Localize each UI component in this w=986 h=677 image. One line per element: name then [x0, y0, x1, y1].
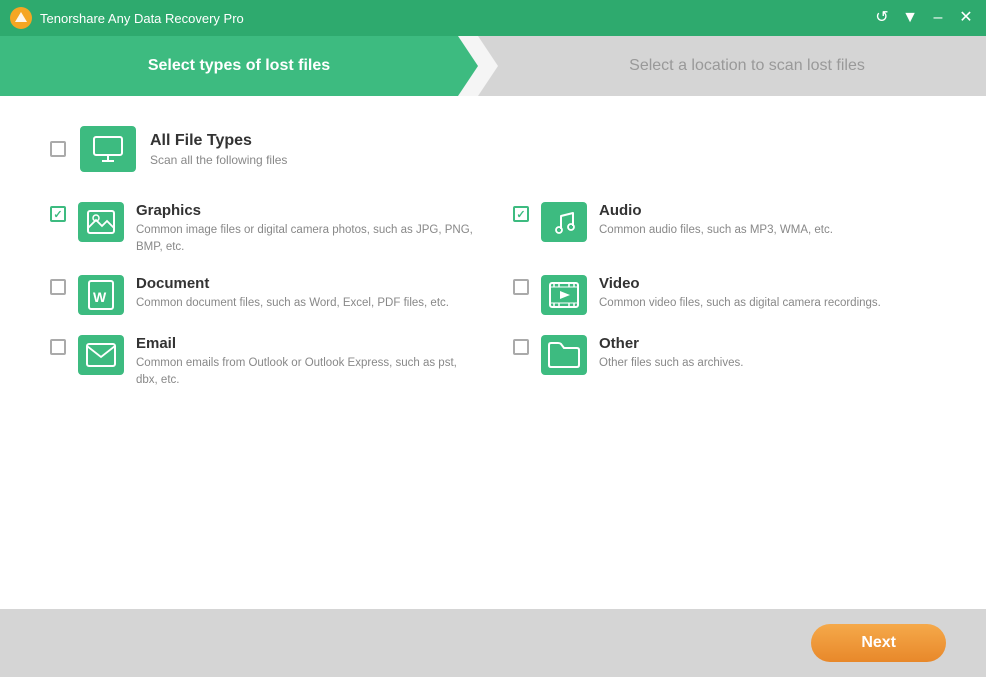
email-title: Email: [136, 335, 473, 352]
all-file-types-info: All File Types Scan all the following fi…: [150, 132, 287, 167]
video-title: Video: [599, 275, 881, 292]
titlebar: Tenorshare Any Data Recovery Pro ↺ ▼ ‒ ✕: [0, 0, 986, 36]
all-file-types-icon: [80, 126, 136, 172]
minimize-btn[interactable]: ‒: [928, 10, 948, 26]
main-content: All File Types Scan all the following fi…: [0, 96, 986, 609]
document-title: Document: [136, 275, 449, 292]
graphics-desc: Common image files or digital camera pho…: [136, 222, 473, 255]
graphics-title: Graphics: [136, 202, 473, 219]
document-info: Document Common document files, such as …: [136, 275, 449, 312]
other-item: Other Other files such as archives.: [513, 335, 936, 388]
audio-checkbox[interactable]: [513, 206, 529, 222]
all-file-types-checkbox[interactable]: [50, 141, 66, 157]
step2[interactable]: Select a location to scan lost files: [478, 36, 986, 96]
graphics-checkbox[interactable]: [50, 206, 66, 222]
video-checkbox[interactable]: [513, 279, 529, 295]
all-file-types-title: All File Types: [150, 132, 287, 150]
stepbar: Select types of lost files Select a loca…: [0, 36, 986, 96]
close-btn[interactable]: ✕: [956, 10, 976, 26]
document-desc: Common document files, such as Word, Exc…: [136, 295, 449, 312]
other-checkbox[interactable]: [513, 339, 529, 355]
footer: Next: [0, 609, 986, 677]
audio-title: Audio: [599, 202, 833, 219]
other-desc: Other files such as archives.: [599, 355, 743, 372]
video-icon: [541, 275, 587, 315]
window-controls: ↺ ▼ ‒ ✕: [872, 10, 976, 26]
audio-info: Audio Common audio files, such as MP3, W…: [599, 202, 833, 239]
video-info: Video Common video files, such as digita…: [599, 275, 881, 312]
document-item: W Document Common document files, such a…: [50, 275, 473, 315]
email-info: Email Common emails from Outlook or Outl…: [136, 335, 473, 388]
document-checkbox[interactable]: [50, 279, 66, 295]
graphics-item: Graphics Common image files or digital c…: [50, 202, 473, 255]
app-icon: [10, 7, 32, 29]
all-file-types-row: All File Types Scan all the following fi…: [50, 126, 936, 172]
step1[interactable]: Select types of lost files: [0, 36, 478, 96]
app-title: Tenorshare Any Data Recovery Pro: [40, 11, 872, 26]
file-types-grid: Graphics Common image files or digital c…: [50, 202, 936, 389]
audio-item: Audio Common audio files, such as MP3, W…: [513, 202, 936, 255]
audio-desc: Common audio files, such as MP3, WMA, et…: [599, 222, 833, 239]
dropdown-btn[interactable]: ▼: [900, 10, 920, 26]
step2-label: Select a location to scan lost files: [629, 57, 865, 75]
history-btn[interactable]: ↺: [872, 10, 892, 26]
video-desc: Common video files, such as digital came…: [599, 295, 881, 312]
email-checkbox[interactable]: [50, 339, 66, 355]
email-item: Email Common emails from Outlook or Outl…: [50, 335, 473, 388]
step1-label: Select types of lost files: [148, 57, 330, 75]
other-title: Other: [599, 335, 743, 352]
next-button[interactable]: Next: [811, 624, 946, 662]
email-icon: [78, 335, 124, 375]
document-icon: W: [78, 275, 124, 315]
other-icon: [541, 335, 587, 375]
all-file-types-desc: Scan all the following files: [150, 153, 287, 167]
graphics-info: Graphics Common image files or digital c…: [136, 202, 473, 255]
graphics-icon: [78, 202, 124, 242]
audio-icon: [541, 202, 587, 242]
other-info: Other Other files such as archives.: [599, 335, 743, 372]
svg-text:W: W: [93, 289, 107, 305]
email-desc: Common emails from Outlook or Outlook Ex…: [136, 355, 473, 388]
video-item: Video Common video files, such as digita…: [513, 275, 936, 315]
